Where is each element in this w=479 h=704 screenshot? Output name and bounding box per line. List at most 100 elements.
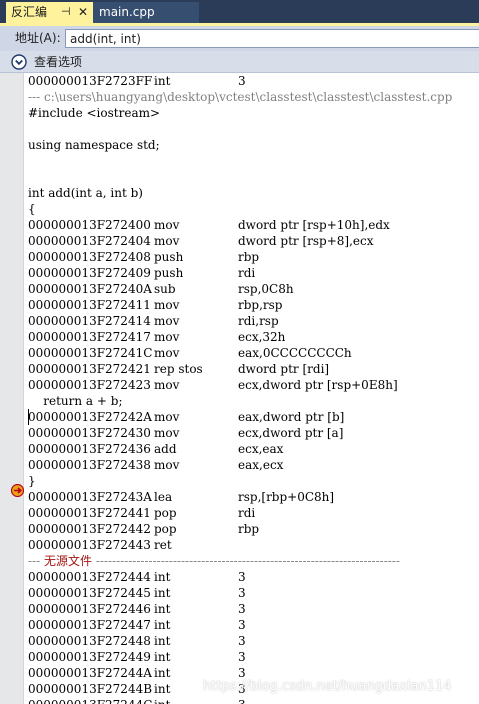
instruction-row[interactable]: 000000013F27244Cint 3 — [28, 697, 479, 704]
instruction-row[interactable]: 000000013F272438 mov eax,ecx — [28, 457, 479, 473]
editor-gutter[interactable] — [0, 73, 24, 704]
instruction-row[interactable]: 000000013F272421 rep stos dword ptr [rdi] — [28, 361, 479, 377]
pin-icon[interactable]: ⊣ — [61, 2, 71, 22]
instruction-mnemonic: sub — [154, 282, 176, 296]
instruction-operands: dword ptr [rsp+10h],edx — [238, 218, 390, 232]
current-instruction-row[interactable]: 000000013F27242A mov eax,dword ptr [b] — [28, 409, 479, 425]
instruction-mnemonic: mov — [154, 426, 180, 440]
instruction-row[interactable]: 000000013F272417 mov ecx,32h — [28, 329, 479, 345]
source-code-row[interactable]: int add(int a, int b) — [28, 185, 479, 201]
instruction-row[interactable]: 000000013F272448 int 3 — [28, 633, 479, 649]
instruction-address: 000000013F272445 — [28, 586, 151, 600]
source-code-row[interactable]: } — [28, 473, 479, 489]
instruction-mnemonic: push — [154, 250, 184, 264]
instruction-address: 000000013F272441 — [28, 506, 151, 520]
instruction-address: 000000013F272421 — [28, 362, 151, 376]
instruction-operands: rsp,[rbp+0C8h] — [238, 490, 335, 504]
tab-main-cpp[interactable]: main.cpp — [93, 2, 199, 23]
blank-row[interactable] — [28, 153, 479, 169]
source-code-text: int add(int a, int b) — [28, 186, 143, 200]
source-code-row[interactable]: return a + b; — [28, 393, 479, 409]
source-code-text: #include <iostream> — [28, 106, 161, 120]
instruction-operands: rbp — [238, 522, 260, 536]
close-icon[interactable]: ✕ — [78, 2, 88, 22]
instruction-mnemonic: int — [154, 586, 171, 600]
instruction-operands: 3 — [238, 570, 246, 584]
instruction-address: 000000013F272423 — [28, 378, 151, 392]
instruction-operands: rbp,rsp — [238, 298, 283, 312]
instruction-row[interactable]: 000000013F272400 mov dword ptr [rsp+10h],e… — [28, 217, 479, 233]
instruction-address: 000000013F27244C — [28, 697, 152, 704]
instruction-row[interactable]: 000000013F272449 int 3 — [28, 649, 479, 665]
instruction-address: 000000013F272436 — [28, 442, 151, 456]
instruction-address: 000000013F27243A — [28, 490, 152, 504]
instruction-mnemonic: mov — [154, 346, 180, 360]
address-label: 地址(A): — [15, 31, 61, 45]
instruction-row[interactable]: 000000013F272446 int 3 — [28, 601, 479, 617]
address-bar: 地址(A): — [0, 26, 479, 51]
instruction-mnemonic: mov — [154, 410, 180, 424]
instruction-row[interactable]: 000000013F272411 mov rbp,rsp — [28, 297, 479, 313]
instruction-mnemonic: mov — [154, 298, 180, 312]
source-code-row[interactable]: #include <iostream> — [28, 105, 479, 121]
instruction-row[interactable]: 000000013F27241C mov eax,0CCCCCCCCh — [28, 345, 479, 361]
viewing-options-bar[interactable]: 查看选项 — [0, 51, 479, 73]
instruction-row[interactable]: 000000013F2723FF int 3 — [28, 73, 479, 89]
instruction-mnemonic: int — [154, 666, 171, 680]
chevron-down-circle-icon[interactable] — [11, 54, 27, 70]
instruction-row[interactable]: 000000013F272436 add ecx,eax — [28, 441, 479, 457]
source-code-text: return a + b; — [28, 394, 123, 408]
instruction-address: 000000013F272414 — [28, 314, 151, 328]
instruction-operands: eax,ecx — [238, 458, 284, 472]
instruction-row[interactable]: 000000013F272409 push rdi — [28, 265, 479, 281]
instruction-mnemonic: int — [154, 602, 171, 616]
source-code-row[interactable]: { — [28, 201, 479, 217]
separator-text: ----------------------------------------… — [92, 554, 400, 568]
instruction-operands: rbp — [238, 250, 260, 264]
instruction-row[interactable]: 000000013F272443 ret — [28, 537, 479, 553]
separator-text: --- c:\users\huangyang\desktop\vctest\cl… — [28, 90, 453, 104]
instruction-row[interactable]: 000000013F272430 mov ecx,dword ptr [a] — [28, 425, 479, 441]
instruction-mnemonic: mov — [154, 330, 180, 344]
instruction-operands: 3 — [238, 618, 246, 632]
instruction-row[interactable]: 000000013F27240A sub rsp,0C8h — [28, 281, 479, 297]
instruction-row[interactable]: 000000013F272408 push rbp — [28, 249, 479, 265]
instruction-mnemonic: int — [154, 650, 171, 664]
instruction-operands: 3 — [238, 602, 246, 616]
blank-row[interactable] — [28, 121, 479, 137]
viewing-options-label: 查看选项 — [34, 55, 83, 69]
instruction-address: 000000013F272449 — [28, 650, 151, 664]
instruction-mnemonic: ret — [154, 538, 172, 552]
tab-disassembly[interactable]: 反汇编 ⊣ ✕ — [6, 2, 93, 23]
instruction-operands: rsp,0C8h — [238, 282, 294, 296]
instruction-row[interactable]: 000000013F272447 int 3 — [28, 617, 479, 633]
instruction-row[interactable]: 000000013F272414 mov rdi,rsp — [28, 313, 479, 329]
instruction-row[interactable]: 000000013F272441 pop rdi — [28, 505, 479, 521]
instruction-address: 000000013F272448 — [28, 634, 151, 648]
instruction-operands: rdi — [238, 266, 256, 280]
document-tab-strip: 反汇编 ⊣ ✕ main.cpp — [0, 0, 479, 23]
instruction-row[interactable]: 000000013F272404 mov dword ptr [rsp+8],ecx — [28, 233, 479, 249]
instruction-row[interactable]: 000000013F272445 int 3 — [28, 585, 479, 601]
instruction-operands: ecx,dword ptr [a] — [238, 426, 344, 440]
instruction-mnemonic: pop — [154, 522, 177, 536]
instruction-address: 000000013F272409 — [28, 266, 151, 280]
address-input[interactable] — [65, 29, 479, 48]
instruction-row[interactable]: 000000013F27243A lea rsp,[rbp+0C8h] — [28, 489, 479, 505]
instruction-operands: 3 — [238, 74, 246, 88]
instruction-row[interactable]: 000000013F272444 int 3 — [28, 569, 479, 585]
no-source-label: 无源文件 — [43, 554, 92, 568]
tab-main-cpp-label: main.cpp — [99, 5, 155, 19]
instruction-mnemonic: add — [154, 442, 177, 456]
instruction-mnemonic: mov — [154, 314, 180, 328]
source-code-row[interactable]: using namespace std; — [28, 137, 479, 153]
instruction-row[interactable]: 000000013F272423 mov ecx,dword ptr [rsp+0E… — [28, 377, 479, 393]
instruction-operands: 3 — [238, 586, 246, 600]
blank-row[interactable] — [28, 169, 479, 185]
text-caret — [28, 409, 29, 425]
instruction-mnemonic: mov — [154, 458, 180, 472]
instruction-row[interactable]: 000000013F272442 pop rbp — [28, 521, 479, 537]
disassembly-code-view[interactable]: 000000013F2723FF int 3 --- c:\users\huangya… — [28, 73, 479, 704]
source-separator-row[interactable]: --- c:\users\huangyang\desktop\vctest\cl… — [28, 89, 479, 105]
source-separator-row[interactable]: --- 无源文件 -------------------------------… — [28, 553, 479, 569]
